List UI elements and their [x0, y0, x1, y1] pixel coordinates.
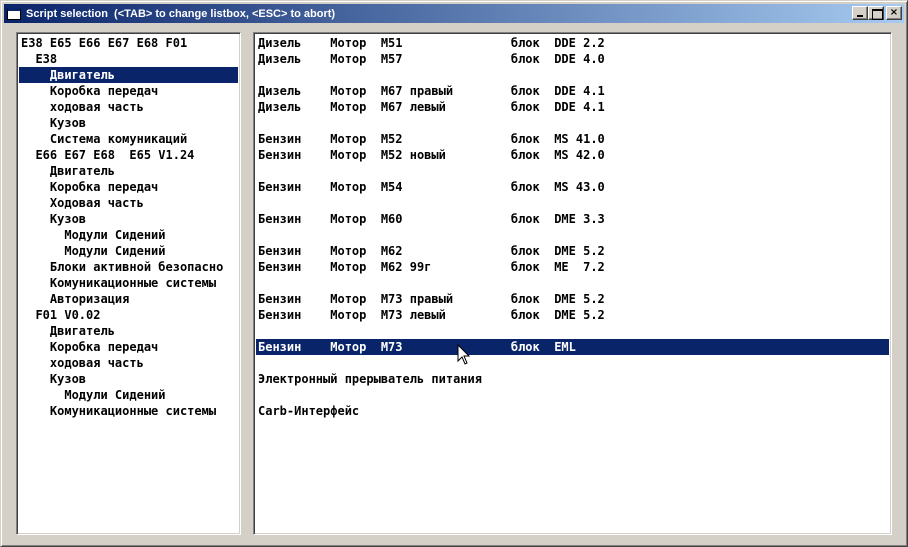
- script-item: [256, 227, 889, 243]
- script-item[interactable]: Дизель Мотор M67 правый блок DDE 4.1: [256, 83, 889, 99]
- script-item[interactable]: Бензин Мотор M73 блок EML: [256, 339, 889, 355]
- script-item[interactable]: Бензин Мотор M62 99г блок ME 7.2: [256, 259, 889, 275]
- tree-item[interactable]: Двигатель: [19, 67, 238, 83]
- tree-item[interactable]: Модули Сидений: [19, 387, 238, 403]
- tree-item[interactable]: Комуникационные системы: [19, 275, 238, 291]
- maximize-button[interactable]: [868, 6, 884, 20]
- tree-item[interactable]: Кузов: [19, 115, 238, 131]
- script-item: [256, 355, 889, 371]
- tree-item[interactable]: Комуникационные системы: [19, 403, 238, 419]
- script-item[interactable]: Электронный прерыватель питания: [256, 371, 889, 387]
- tree-item[interactable]: Коробка передач: [19, 339, 238, 355]
- tree-item[interactable]: Двигатель: [19, 323, 238, 339]
- tree-item[interactable]: Коробка передач: [19, 83, 238, 99]
- tree-item[interactable]: Коробка передач: [19, 179, 238, 195]
- script-item[interactable]: Бензин Мотор M62 блок DME 5.2: [256, 243, 889, 259]
- close-icon: ×: [889, 7, 899, 18]
- script-item: [256, 115, 889, 131]
- script-item: [256, 387, 889, 403]
- tree-item[interactable]: ходовая часть: [19, 99, 238, 115]
- window-icon: [7, 7, 21, 20]
- script-item[interactable]: Бензин Мотор M73 левый блок DME 5.2: [256, 307, 889, 323]
- script-item[interactable]: Бензин Мотор M60 блок DME 3.3: [256, 211, 889, 227]
- script-item: [256, 323, 889, 339]
- script-item[interactable]: Бензин Мотор M52 новый блок MS 42.0: [256, 147, 889, 163]
- mouse-cursor-icon: [457, 344, 471, 365]
- script-item: [256, 67, 889, 83]
- tree-item[interactable]: Модули Сидений: [19, 227, 238, 243]
- script-item: [256, 163, 889, 179]
- tree-item[interactable]: Модули Сидений: [19, 243, 238, 259]
- script-item[interactable]: Бензин Мотор M52 блок MS 41.0: [256, 131, 889, 147]
- script-item: [256, 195, 889, 211]
- tree-item[interactable]: Кузов: [19, 211, 238, 227]
- tree-item[interactable]: Авторизация: [19, 291, 238, 307]
- tree-item[interactable]: Система комуникаций: [19, 131, 238, 147]
- script-item[interactable]: Carb-Интерфейс: [256, 403, 889, 419]
- script-item[interactable]: Бензин Мотор M54 блок MS 43.0: [256, 179, 889, 195]
- tree-item[interactable]: Двигатель: [19, 163, 238, 179]
- close-button[interactable]: ×: [886, 6, 902, 20]
- tree-list: E38 E65 E66 E67 E68 F01 E38 Двигатель Ко…: [19, 35, 238, 419]
- vehicle-tree-listbox[interactable]: E38 E65 E66 E67 E68 F01 E38 Двигатель Ко…: [16, 32, 241, 535]
- script-item[interactable]: Дизель Мотор M51 блок DDE 2.2: [256, 35, 889, 51]
- tree-item[interactable]: F01 V0.02: [19, 307, 238, 323]
- script-item[interactable]: Дизель Мотор M67 левый блок DDE 4.1: [256, 99, 889, 115]
- tree-item[interactable]: E66 E67 E68 E65 V1.24: [19, 147, 238, 163]
- script-selection-window: Script selection (<TAB> to change listbo…: [0, 0, 908, 547]
- title-bar-buttons: ×: [852, 6, 902, 20]
- tree-item[interactable]: ходовая часть: [19, 355, 238, 371]
- script-item[interactable]: Дизель Мотор M57 блок DDE 4.0: [256, 51, 889, 67]
- window-title: Script selection (<TAB> to change listbo…: [26, 7, 336, 20]
- title-bar[interactable]: Script selection (<TAB> to change listbo…: [4, 4, 904, 23]
- tree-item[interactable]: Блоки активной безопасно: [19, 259, 238, 275]
- tree-item[interactable]: E38: [19, 51, 238, 67]
- minimize-button[interactable]: [852, 6, 868, 20]
- script-list: Дизель Мотор M51 блок DDE 2.2 Дизель Мото…: [256, 35, 889, 419]
- script-listbox[interactable]: Дизель Мотор M51 блок DDE 2.2 Дизель Мото…: [253, 32, 892, 535]
- script-item[interactable]: Бензин Мотор M73 правый блок DME 5.2: [256, 291, 889, 307]
- tree-item[interactable]: Ходовая часть: [19, 195, 238, 211]
- script-item: [256, 275, 889, 291]
- tree-item[interactable]: E38 E65 E66 E67 E68 F01: [19, 35, 238, 51]
- tree-item[interactable]: Кузов: [19, 371, 238, 387]
